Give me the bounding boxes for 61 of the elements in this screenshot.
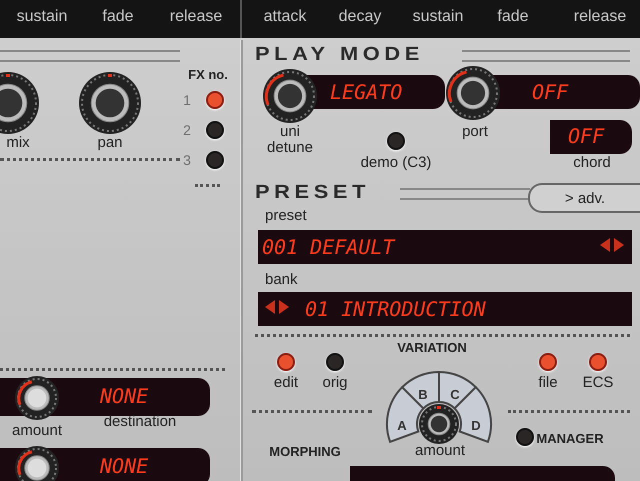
fx-slot-button[interactable] xyxy=(206,121,224,139)
fx-slot-button[interactable] xyxy=(206,91,224,109)
display-value: OFF xyxy=(532,80,568,104)
knob-label: uni detune xyxy=(267,124,313,156)
segment-label[interactable]: C xyxy=(449,387,461,402)
segment-label[interactable]: B xyxy=(417,387,429,402)
knob-label: chord xyxy=(573,154,611,172)
button-label: file xyxy=(538,374,558,392)
arrows-icon[interactable] xyxy=(265,300,291,316)
fx-slot-button[interactable] xyxy=(206,151,224,169)
field-label: bank xyxy=(265,271,298,288)
arrows-icon[interactable] xyxy=(600,238,626,254)
button-label: MANAGER xyxy=(536,430,604,448)
knob[interactable] xyxy=(418,403,460,445)
adv-button[interactable]: > adv. xyxy=(528,183,640,213)
knob[interactable] xyxy=(445,65,501,121)
caption: destination xyxy=(104,413,176,431)
display-value: LEGATO xyxy=(330,80,402,104)
knob[interactable] xyxy=(78,71,142,135)
led-button[interactable] xyxy=(326,353,344,371)
slot-number: 2 xyxy=(183,121,191,139)
fx-heading: FX no. xyxy=(188,66,228,84)
button-label: demo (C3) xyxy=(360,154,432,172)
button-label: ECS xyxy=(582,374,614,392)
led-button[interactable] xyxy=(539,353,557,371)
knob-label: amount xyxy=(12,422,62,440)
segment-label[interactable]: D xyxy=(470,418,482,433)
field-label: preset xyxy=(265,207,307,224)
segment-label[interactable]: A xyxy=(396,418,408,433)
section-title: PRESET xyxy=(255,182,370,204)
envelope-label: fade xyxy=(102,8,134,26)
display-value: 01 INTRODUCTION xyxy=(305,297,486,321)
section-title: PLAY MODE xyxy=(255,44,424,66)
display-value: NONE xyxy=(100,454,148,478)
knob-label: pan xyxy=(97,134,123,152)
led-button[interactable] xyxy=(387,132,405,150)
button-label: edit xyxy=(274,374,298,392)
display-value: NONE xyxy=(100,384,148,408)
knob[interactable] xyxy=(262,68,318,124)
section-title: VARIATION xyxy=(397,339,467,357)
display-value: 001 DEFAULT xyxy=(262,235,394,259)
knob-label: port xyxy=(462,123,488,141)
envelope-label: attack xyxy=(264,8,306,26)
knob[interactable] xyxy=(14,375,60,421)
knob[interactable] xyxy=(14,445,60,481)
envelope-label: release xyxy=(574,8,626,26)
slot-number: 3 xyxy=(183,151,191,169)
envelope-label: fade xyxy=(497,8,529,26)
envelope-label: sustain xyxy=(412,8,464,26)
knob-label: amount xyxy=(414,442,466,460)
envelope-label: release xyxy=(170,8,222,26)
led-button[interactable] xyxy=(277,353,295,371)
slot-number: 1 xyxy=(183,91,191,109)
knob-label: mix xyxy=(6,134,30,152)
led-button[interactable] xyxy=(589,353,607,371)
envelope-label: decay xyxy=(338,8,382,26)
button-label: orig xyxy=(322,374,348,392)
envelope-label: sustain xyxy=(16,8,68,26)
display-value: OFF xyxy=(568,124,604,148)
section-title: MORPHING xyxy=(269,443,341,461)
led-button[interactable] xyxy=(516,428,534,446)
